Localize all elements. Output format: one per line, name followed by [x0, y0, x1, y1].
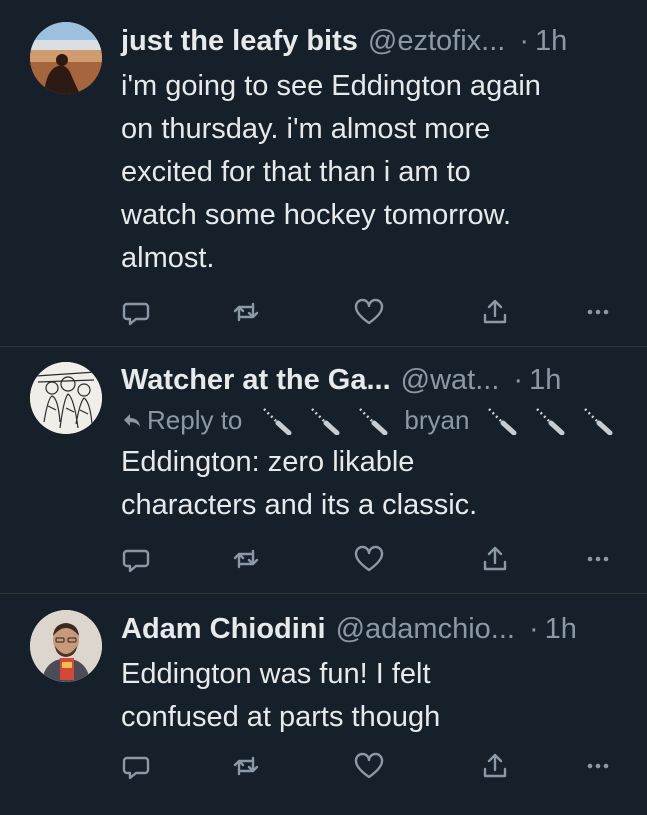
avatar[interactable]	[30, 362, 102, 434]
reply-icon	[122, 302, 150, 326]
reply-context: Reply to bryan	[121, 403, 627, 437]
share-icon	[483, 546, 507, 571]
reply-username[interactable]: bryan	[404, 403, 469, 437]
display-name[interactable]: Adam Chiodini	[121, 612, 326, 646]
reply-button[interactable]	[120, 543, 152, 575]
like-button[interactable]	[353, 750, 385, 782]
knife-emoji	[488, 408, 517, 435]
tweet-text: i'm going to see Eddington again on thur…	[121, 65, 627, 280]
share-icon	[483, 299, 507, 324]
tweet-actions	[0, 750, 647, 790]
share-button[interactable]	[479, 750, 511, 782]
knife-emoji	[584, 408, 613, 435]
tweet-text: Eddington was fun! I felt confused at pa…	[121, 653, 627, 739]
knife-emoji	[536, 408, 565, 435]
retweet-button[interactable]	[230, 296, 262, 328]
more-button[interactable]	[582, 296, 614, 328]
display-name[interactable]: Watcher at the Ga...	[121, 363, 391, 397]
avatar[interactable]	[30, 22, 102, 94]
tweet-text-line: characters and its a classic.	[121, 489, 478, 521]
reply-target[interactable]: bryan	[252, 403, 621, 437]
tweet-text-line: Eddington was fun! I felt	[121, 658, 431, 690]
user-handle[interactable]: @wat...	[401, 363, 500, 397]
reply-button[interactable]	[120, 296, 152, 328]
more-icon	[587, 763, 609, 769]
tweet-header: just the leafy bits @eztofix... · 1h	[121, 24, 627, 58]
retweet-icon	[233, 756, 259, 776]
tweet-text-line: i'm going to see Eddington again	[121, 70, 541, 102]
tweet-header: Adam Chiodini @adamchio... · 1h	[121, 612, 627, 646]
share-button[interactable]	[479, 543, 511, 575]
like-icon	[354, 545, 384, 572]
separator-dot: ·	[528, 613, 539, 645]
share-button[interactable]	[479, 296, 511, 328]
avatar[interactable]	[30, 610, 102, 682]
tweet-text-line: Eddington: zero likable	[121, 446, 415, 478]
timestamp[interactable]: 1h	[535, 24, 567, 58]
like-icon	[354, 298, 384, 325]
reply-arrow-icon	[124, 414, 140, 427]
tweet-text: Eddington: zero likable characters and i…	[121, 441, 627, 527]
timestamp[interactable]: 1h	[545, 612, 577, 646]
knife-emoji	[311, 408, 340, 435]
tweet-text-line: watch some hockey tomorrow.	[121, 199, 512, 231]
tweet-text-line: almost.	[121, 242, 215, 274]
tweet-header: Watcher at the Ga... @wat... · 1h	[121, 363, 627, 397]
tweet-actions	[0, 296, 647, 336]
reply-icon	[122, 756, 150, 780]
reply-icon	[122, 549, 150, 573]
tweet-text-line: excited for that than i am to	[121, 156, 471, 188]
tweet[interactable]: Watcher at the Ga... @wat... · 1h Reply …	[0, 347, 647, 594]
like-button[interactable]	[353, 296, 385, 328]
more-button[interactable]	[582, 750, 614, 782]
tweet-text-line: confused at parts though	[121, 701, 441, 733]
reply-button[interactable]	[120, 750, 152, 782]
tweet-actions	[0, 543, 647, 583]
knife-emoji	[263, 408, 292, 435]
separator-dot: ·	[519, 25, 529, 57]
user-handle[interactable]: @adamchio...	[336, 612, 515, 646]
timestamp[interactable]: 1h	[529, 363, 561, 397]
like-icon	[354, 752, 384, 779]
more-icon	[587, 309, 609, 315]
retweet-button[interactable]	[230, 750, 262, 782]
tweet-text-line: on thursday. i'm almost more	[121, 113, 491, 145]
more-button[interactable]	[582, 543, 614, 575]
retweet-icon	[233, 302, 259, 322]
reply-prefix: Reply to	[147, 405, 243, 435]
retweet-icon	[233, 549, 259, 569]
separator-dot: ·	[513, 364, 524, 396]
display-name[interactable]: just the leafy bits	[121, 24, 358, 58]
user-handle[interactable]: @eztofix...	[368, 24, 505, 58]
retweet-button[interactable]	[230, 543, 262, 575]
knife-emoji	[359, 408, 388, 435]
more-icon	[587, 556, 609, 562]
tweet[interactable]: Adam Chiodini @adamchio... · 1h Eddingto…	[0, 594, 647, 815]
like-button[interactable]	[353, 543, 385, 575]
tweet[interactable]: just the leafy bits @eztofix... · 1h i'm…	[0, 0, 647, 347]
share-icon	[483, 753, 507, 778]
